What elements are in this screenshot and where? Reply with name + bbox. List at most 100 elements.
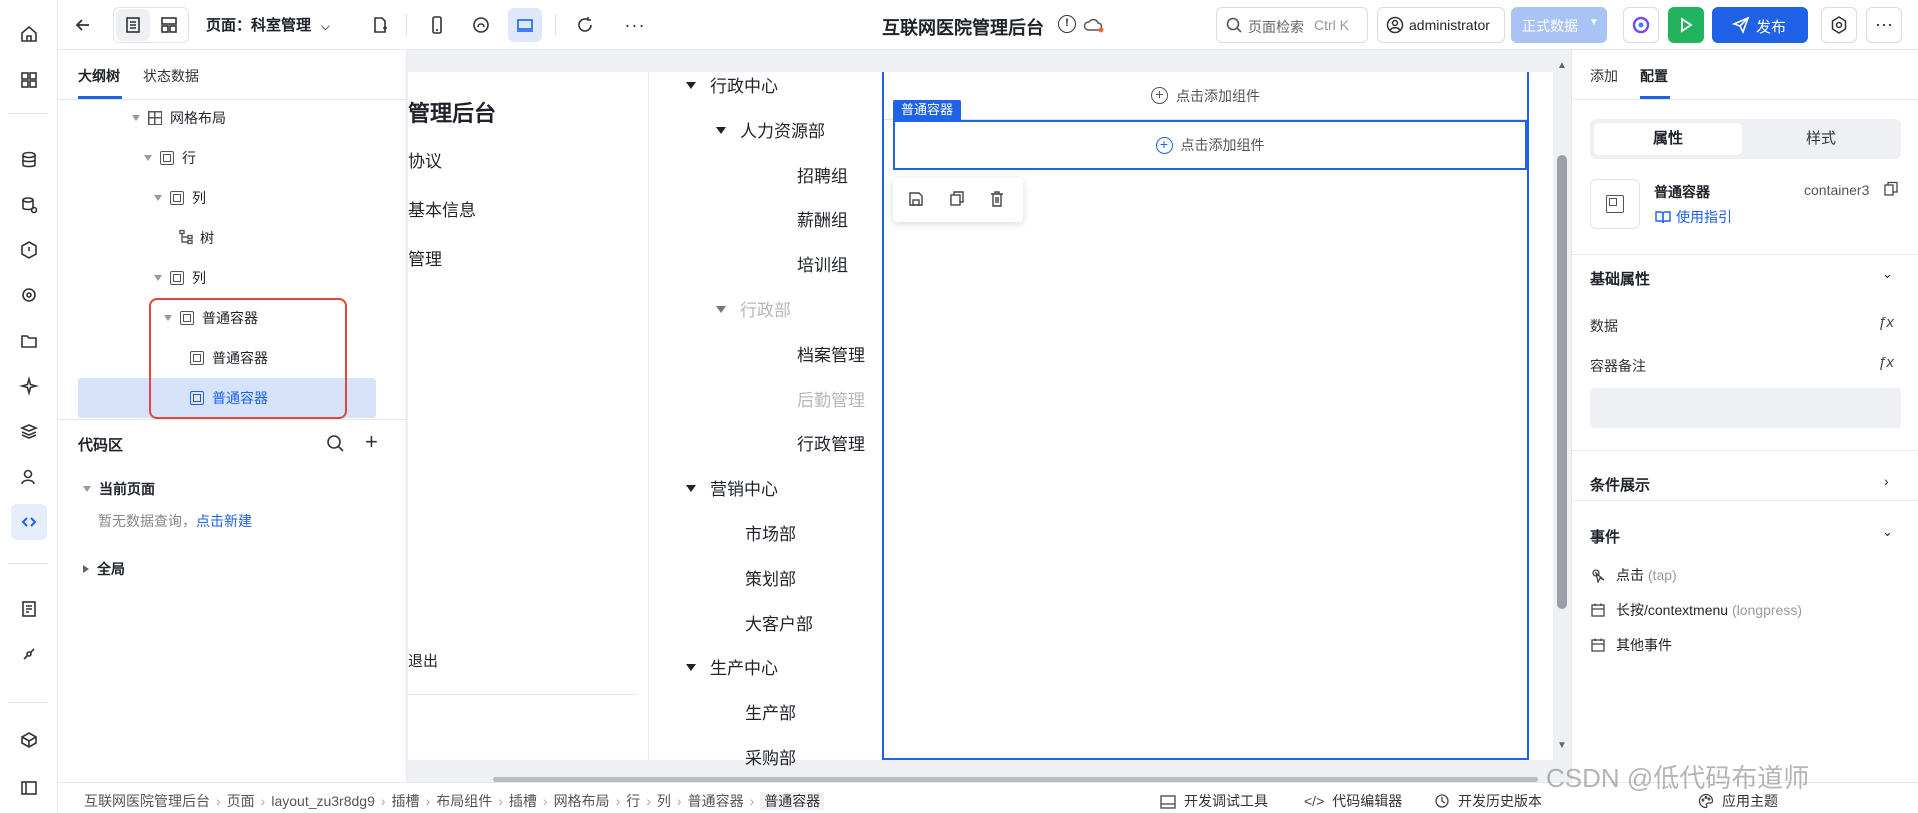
breadcrumb-item[interactable]: 互联网医院管理后台 bbox=[84, 793, 210, 809]
code-current-page[interactable]: 当前页面 bbox=[83, 471, 155, 507]
formula-fx-icon[interactable]: ƒx bbox=[1878, 354, 1894, 371]
add-component-slot[interactable]: + 点击添加组件 bbox=[884, 72, 1527, 120]
event-longpress[interactable]: 长按/contextmenu (longpress) bbox=[1590, 600, 1802, 621]
data-source-icon[interactable] bbox=[11, 187, 47, 223]
workflow-icon[interactable] bbox=[11, 277, 47, 313]
refresh-icon[interactable] bbox=[568, 8, 602, 42]
user-menu[interactable]: administrator bbox=[1377, 7, 1505, 43]
event-other[interactable]: 其他事件 bbox=[1590, 635, 1672, 656]
tree-node-col[interactable]: 列 bbox=[154, 180, 206, 216]
settings-icon[interactable] bbox=[1821, 7, 1857, 43]
more-icon[interactable]: ··· bbox=[618, 8, 652, 42]
folder-icon[interactable] bbox=[11, 323, 47, 359]
breadcrumb-item[interactable]: 列 bbox=[657, 793, 671, 809]
tree-node-col[interactable]: 列 bbox=[154, 260, 206, 296]
tree-node-grid[interactable]: 网格布局 bbox=[132, 100, 226, 136]
breadcrumb-item[interactable]: 普通容器 bbox=[760, 792, 825, 810]
breadcrumb-item[interactable]: 插槽 bbox=[392, 793, 420, 809]
preview-menu-item: 协议 bbox=[408, 152, 442, 171]
back-arrow-icon[interactable] bbox=[68, 8, 98, 42]
package-icon[interactable] bbox=[11, 722, 47, 758]
department-tree-node[interactable]: 行政部 bbox=[716, 296, 791, 321]
scroll-up-arrow[interactable]: ▲ bbox=[1557, 60, 1567, 71]
department-tree-node[interactable]: 营销中心 bbox=[686, 475, 778, 500]
department-tree-node[interactable]: 招聘组 bbox=[797, 162, 848, 187]
mobile-view-icon[interactable] bbox=[420, 8, 454, 42]
link-icon[interactable] bbox=[11, 504, 47, 540]
ai-assistant-icon[interactable] bbox=[1623, 7, 1659, 43]
new-page-icon[interactable] bbox=[365, 8, 395, 42]
segment-style[interactable]: 样式 bbox=[1746, 123, 1896, 155]
caret-right-icon bbox=[83, 565, 89, 573]
scroll-down-arrow[interactable]: ▼ bbox=[1557, 740, 1567, 751]
search-icon[interactable] bbox=[325, 433, 345, 457]
preview-run-button[interactable] bbox=[1668, 7, 1704, 43]
segment-props[interactable]: 属性 bbox=[1594, 123, 1742, 155]
desktop-view-icon[interactable] bbox=[508, 8, 542, 42]
breadcrumb-item[interactable]: 网格布局 bbox=[554, 793, 610, 809]
breadcrumb-item[interactable]: 普通容器 bbox=[688, 793, 744, 809]
department-tree-node[interactable]: 行政中心 bbox=[686, 72, 778, 97]
code-global[interactable]: 全局 bbox=[83, 551, 125, 587]
department-tree-node[interactable]: 档案管理 bbox=[797, 341, 865, 366]
usage-guide-link[interactable]: 使用指引 bbox=[1654, 207, 1732, 228]
tree-node-tree[interactable]: 树 bbox=[178, 220, 214, 256]
department-tree-node[interactable]: 后勤管理 bbox=[797, 386, 865, 411]
tree-node-row[interactable]: 行 bbox=[144, 140, 196, 176]
copy-icon[interactable] bbox=[948, 190, 966, 212]
breadcrumb-item[interactable]: 行 bbox=[626, 793, 640, 809]
formula-fx-icon[interactable]: ƒx bbox=[1878, 314, 1894, 331]
department-tree-node[interactable]: 采购部 bbox=[745, 744, 796, 769]
tab-config[interactable]: 配置 bbox=[1640, 66, 1668, 86]
breadcrumb-item[interactable]: 布局组件 bbox=[436, 793, 492, 809]
code-editor-button[interactable]: </> 代码编辑器 bbox=[1304, 791, 1402, 811]
tab-add[interactable]: 添加 bbox=[1590, 66, 1618, 86]
department-tree-node[interactable]: 策划部 bbox=[745, 565, 796, 590]
add-icon[interactable]: + bbox=[365, 431, 378, 453]
department-tree-node[interactable]: 大客户部 bbox=[745, 610, 813, 635]
layout-icon[interactable] bbox=[152, 8, 186, 42]
event-tap[interactable]: 点击 (tap) bbox=[1590, 565, 1677, 586]
department-tree-node[interactable]: 行政管理 bbox=[797, 430, 865, 455]
create-query-link[interactable]: 点击新建 bbox=[196, 513, 252, 529]
breadcrumb-item[interactable]: 插槽 bbox=[509, 793, 537, 809]
publish-button[interactable]: 发布 bbox=[1712, 7, 1808, 43]
breadcrumb-item[interactable]: layout_zu3r8dg9 bbox=[271, 793, 375, 809]
env-selector[interactable]: 正式数据 ▼ bbox=[1511, 7, 1607, 43]
miniprogram-view-icon[interactable] bbox=[464, 8, 498, 42]
container-note-input[interactable] bbox=[1590, 388, 1901, 428]
vertical-scrollbar-thumb[interactable] bbox=[1557, 155, 1567, 609]
dev-tools-button[interactable]: 开发调试工具 bbox=[1160, 791, 1268, 812]
selected-container-slot[interactable]: + 点击添加组件 bbox=[893, 120, 1527, 170]
department-tree-node[interactable]: 生产中心 bbox=[686, 654, 778, 679]
department-tree-node[interactable]: 市场部 bbox=[745, 520, 796, 545]
collapse-panel-icon[interactable] bbox=[11, 770, 47, 806]
tab-outline-tree[interactable]: 大纲树 bbox=[78, 66, 120, 86]
info-icon[interactable]: ! bbox=[1058, 15, 1076, 33]
database-icon[interactable] bbox=[11, 142, 47, 178]
page-selector[interactable]: 页面：科室管理 ⌵ bbox=[206, 14, 330, 35]
home-icon[interactable] bbox=[11, 16, 47, 52]
layers-icon[interactable] bbox=[11, 413, 47, 449]
apps-icon[interactable] bbox=[11, 62, 47, 98]
api-icon[interactable] bbox=[11, 232, 47, 268]
delete-icon[interactable] bbox=[988, 190, 1006, 212]
report-icon[interactable] bbox=[11, 591, 47, 627]
plugin-icon[interactable] bbox=[11, 636, 47, 672]
tab-state-data[interactable]: 状态数据 bbox=[143, 66, 199, 86]
copy-id-icon[interactable] bbox=[1883, 181, 1899, 201]
breadcrumb-item[interactable]: 页面 bbox=[227, 793, 255, 809]
page-list-icon[interactable] bbox=[116, 9, 150, 41]
ai-sparkle-icon[interactable] bbox=[11, 368, 47, 404]
department-tree-node[interactable]: 培训组 bbox=[797, 251, 848, 276]
department-tree-node[interactable]: 生产部 bbox=[745, 699, 796, 724]
history-button[interactable]: 开发历史版本 bbox=[1434, 791, 1542, 812]
page-search-input[interactable]: 页面检索 Ctrl K bbox=[1216, 7, 1368, 43]
department-tree-node[interactable]: 人力资源部 bbox=[716, 117, 825, 142]
department-tree-node[interactable]: 薪酬组 bbox=[797, 206, 848, 231]
department-tree-label: 薪酬组 bbox=[797, 211, 848, 231]
save-icon[interactable] bbox=[907, 190, 925, 212]
user-role-icon[interactable] bbox=[11, 459, 47, 495]
department-tree-label: 培训组 bbox=[797, 256, 848, 276]
more-menu-icon[interactable]: ··· bbox=[1866, 7, 1902, 43]
